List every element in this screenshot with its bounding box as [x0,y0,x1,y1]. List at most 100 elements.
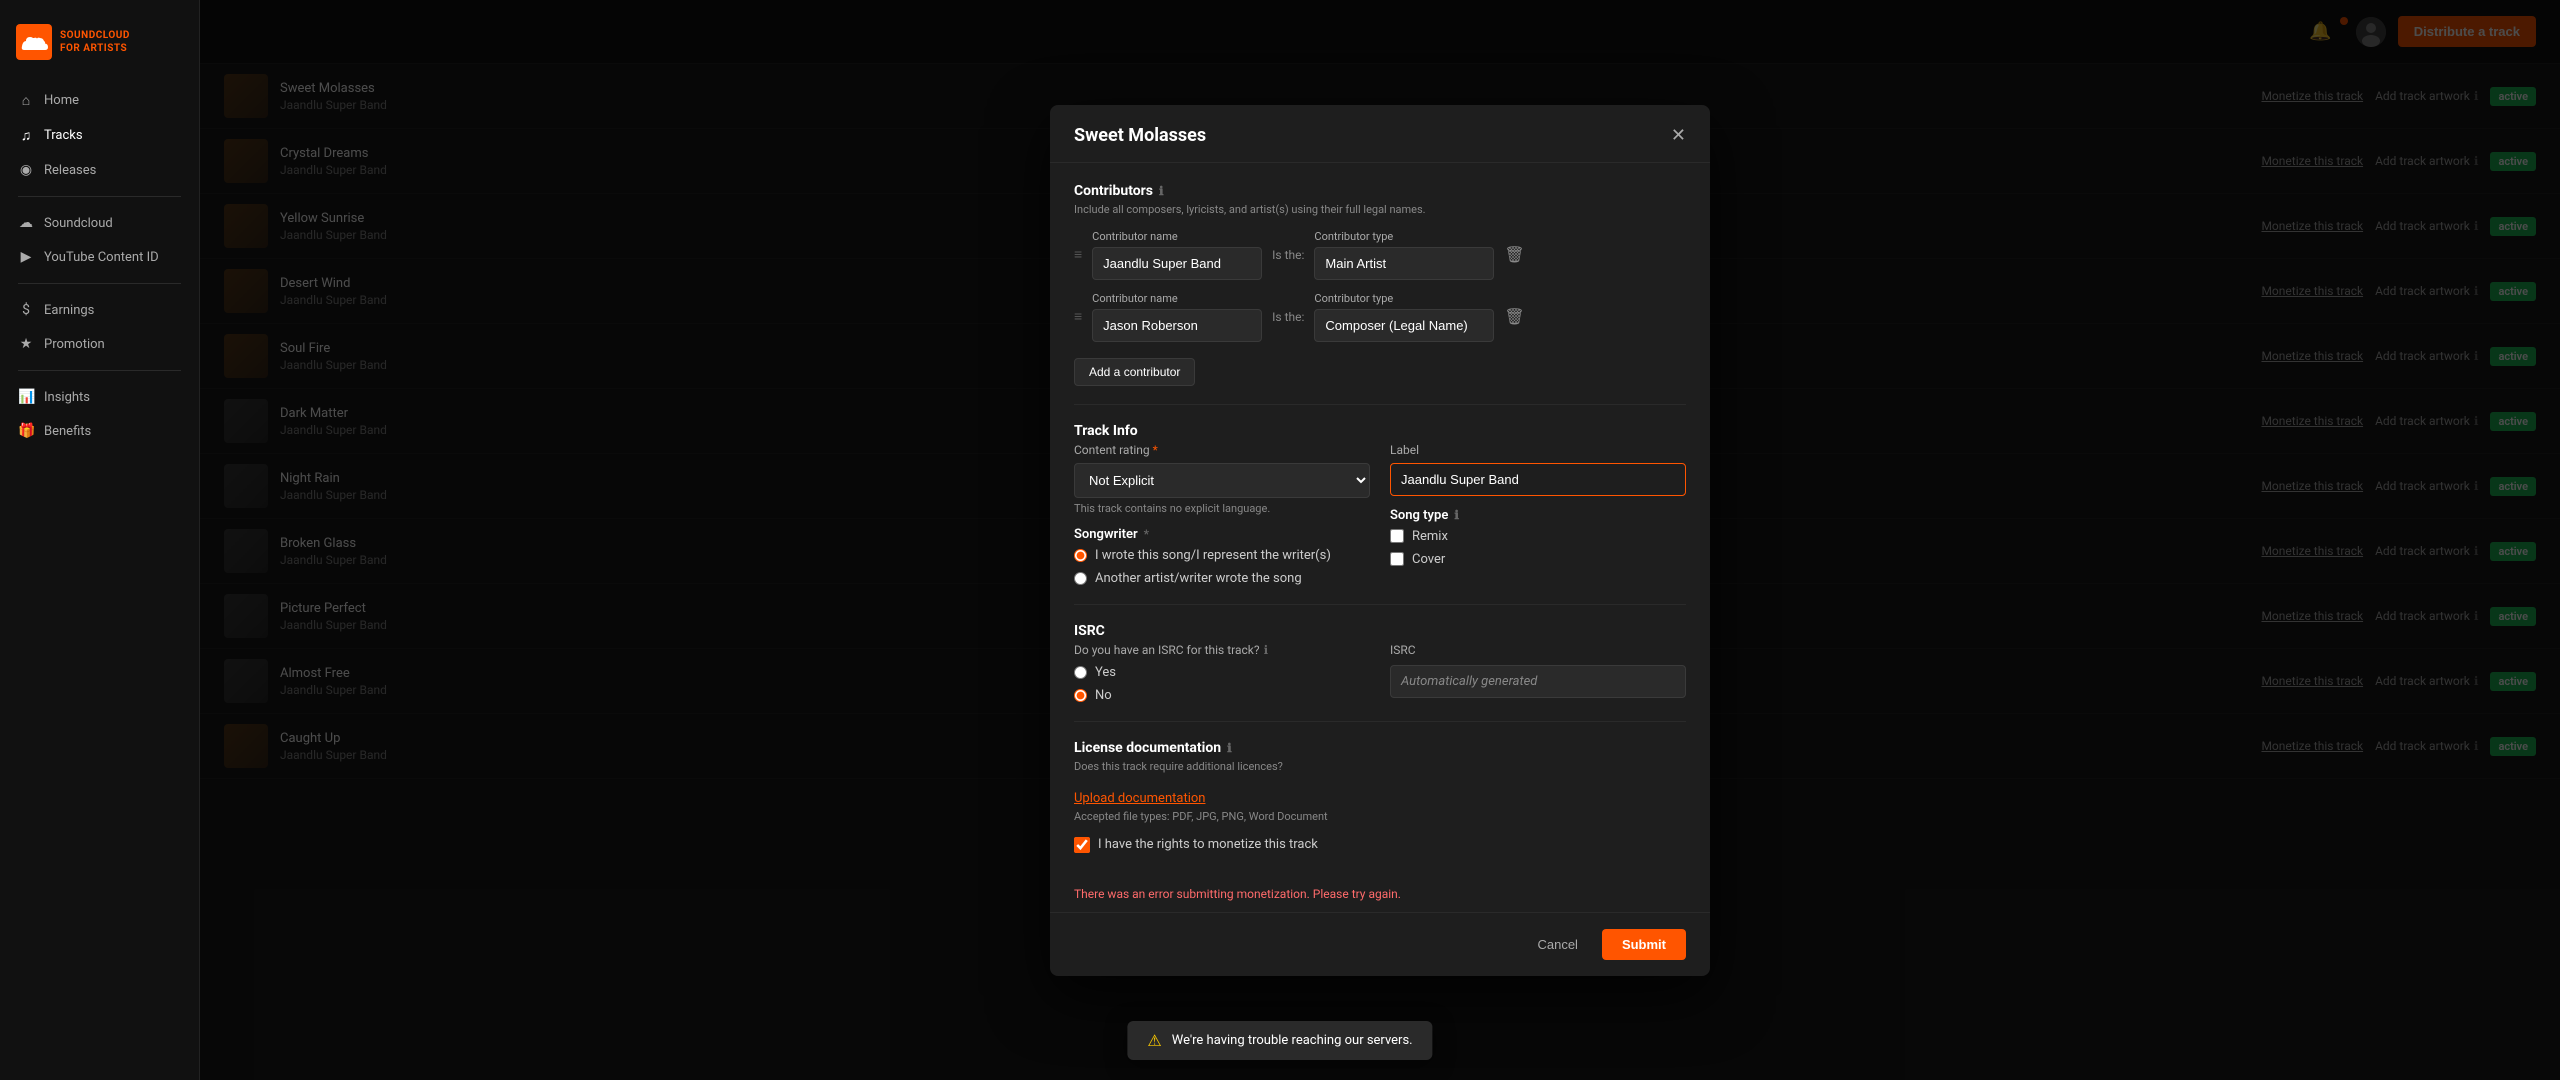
sidebar-item-promotion[interactable]: ★ Promotion [8,328,191,360]
sidebar-item-youtube[interactable]: ▶ YouTube Content ID [8,241,191,273]
isrc-yes-radio[interactable] [1074,666,1087,679]
songwriter-radio-1[interactable]: I wrote this song/I represent the writer… [1074,548,1370,563]
contributors-title: Contributors ℹ [1074,183,1686,199]
add-contributor-button[interactable]: Add a contributor [1074,358,1195,386]
sidebar-item-home[interactable]: ⌂ Home [8,84,191,117]
sidebar-item-promotion-label: Promotion [44,337,105,352]
upload-note: Accepted file types: PDF, JPG, PNG, Word… [1074,810,1686,823]
section-divider-1 [1074,404,1686,405]
drag-handle-1[interactable]: ≡ [1074,246,1082,263]
isrc-no-radio[interactable] [1074,689,1087,702]
isrc-value-display: Automatically generated [1390,665,1686,698]
error-banner: There was an error submitting monetizati… [1050,873,1710,912]
earnings-icon: $ [18,302,34,318]
cover-checkbox[interactable] [1390,552,1404,566]
contributors-info-icon[interactable]: ℹ [1159,184,1164,198]
contributor-name-label-1: Contributor name [1092,230,1262,243]
soundcloud-icon: ☁ [18,215,34,231]
isrc-question-col: Do you have an ISRC for this track? ℹ Ye… [1074,643,1370,703]
contributor-name-input-2[interactable] [1092,309,1262,342]
cancel-button[interactable]: Cancel [1523,929,1591,960]
isrc-info-icon[interactable]: ℹ [1264,643,1269,657]
contributor-row-2: ≡ Contributor name Is the: Contributor t… [1074,292,1686,342]
is-the-label-2: Is the: [1272,310,1304,324]
remix-checkbox[interactable] [1390,529,1404,543]
song-type-info-icon[interactable]: ℹ [1454,508,1459,522]
delete-contributor-1-button[interactable]: 🗑 [1504,245,1524,265]
sidebar-item-benefits[interactable]: 🎁 Benefits [8,415,191,447]
songwriter-radio-2-label: Another artist/writer wrote the song [1095,571,1302,586]
song-type-cover[interactable]: Cover [1390,552,1686,567]
isrc-question: Do you have an ISRC for this track? ℹ [1074,643,1370,657]
benefits-icon: 🎁 [18,423,34,439]
contributors-subtitle: Include all composers, lyricists, and ar… [1074,203,1686,216]
drag-handle-2[interactable]: ≡ [1074,308,1082,325]
isrc-cols: Do you have an ISRC for this track? ℹ Ye… [1074,643,1686,703]
sidebar: SoundCloud For Artists ⌂ Home ♫ Tracks ◉… [0,0,200,1080]
contributor-type-select-2[interactable]: Main Artist Featured Artist Composer (Le… [1314,309,1494,342]
songwriter-radio-input-1[interactable] [1074,549,1087,562]
sidebar-item-soundcloud[interactable]: ☁ Soundcloud [8,207,191,239]
modal-close-button[interactable]: ✕ [1671,125,1686,146]
license-title-text: License documentation [1074,740,1221,756]
isrc-value-col: ISRC Automatically generated [1390,643,1686,703]
sidebar-item-tracks-label: Tracks [44,128,83,143]
song-type-label: Song type ℹ [1390,508,1686,523]
track-info-section: Track Info Content rating Not Explicit E… [1074,423,1686,586]
songwriter-radio-input-2[interactable] [1074,572,1087,585]
license-info-icon[interactable]: ℹ [1227,741,1232,755]
isrc-title: ISRC [1074,623,1686,639]
contributors-section: Contributors ℹ Include all composers, ly… [1074,183,1686,386]
license-subtitle: Does this track require additional licen… [1074,760,1686,773]
song-type-checkbox-group: Remix Cover [1390,529,1686,567]
app-title: SoundCloud For Artists [60,29,130,55]
license-section: License documentation ℹ Does this track … [1074,740,1686,853]
songwriter-radio-1-label: I wrote this song/I represent the writer… [1095,548,1331,563]
songwriter-label: Songwriter * [1074,527,1370,542]
sidebar-item-releases-label: Releases [44,163,96,178]
isrc-section: ISRC Do you have an ISRC for this track?… [1074,623,1686,703]
sidebar-item-benefits-label: Benefits [44,424,91,439]
content-rating-select[interactable]: Not Explicit Explicit Edited [1074,463,1370,498]
section-divider-3 [1074,721,1686,722]
rights-label: I have the rights to monetize this track [1098,837,1318,852]
content-rating-label: Content rating [1074,443,1370,457]
sidebar-item-soundcloud-label: Soundcloud [44,216,113,231]
contributor-name-input-1[interactable] [1092,247,1262,280]
sidebar-item-earnings[interactable]: $ Earnings [8,294,191,326]
isrc-no-label: No [1095,688,1112,703]
delete-contributor-2-button[interactable]: 🗑 [1504,307,1524,327]
songwriter-label-text: Songwriter [1074,527,1138,542]
sidebar-divider-2 [18,283,181,284]
submit-button[interactable]: Submit [1602,929,1686,960]
isrc-radio-group: Yes No [1074,665,1370,703]
songwriter-group: Songwriter * I wrote this song/I represe… [1074,527,1370,586]
remix-label: Remix [1412,529,1448,544]
isrc-radio-yes[interactable]: Yes [1074,665,1370,680]
song-type-label-text: Song type [1390,508,1448,523]
toast-warning-icon: ⚠ [1147,1031,1161,1050]
isrc-radio-no[interactable]: No [1074,688,1370,703]
song-type-remix[interactable]: Remix [1390,529,1686,544]
songwriter-radio-2[interactable]: Another artist/writer wrote the song [1074,571,1370,586]
sidebar-item-tracks[interactable]: ♫ Tracks [8,119,191,152]
sidebar-item-insights[interactable]: 📊 Insights [8,381,191,413]
song-type-group: Song type ℹ Remix [1390,508,1686,567]
modal-dialog: Sweet Molasses ✕ Contributors ℹ Include … [1050,105,1710,976]
contributor-type-select-1[interactable]: Main Artist Featured Artist Composer (Le… [1314,247,1494,280]
youtube-icon: ▶ [18,249,34,265]
upload-documentation-link[interactable]: Upload documentation [1074,791,1205,806]
contributor-name-col-1: Contributor name [1092,230,1262,280]
content-rating-note: This track contains no explicit language… [1074,502,1370,515]
modal-body: Contributors ℹ Include all composers, ly… [1050,163,1710,873]
sidebar-navigation: ⌂ Home ♫ Tracks ◉ Releases ☁ Soundcloud … [0,84,199,447]
home-icon: ⌂ [18,92,34,109]
toast-notification: ⚠ We're having trouble reaching our serv… [1127,1021,1432,1060]
label-input[interactable] [1390,463,1686,496]
rights-checkbox[interactable] [1074,837,1090,853]
contributor-name-label-2: Contributor name [1092,292,1262,305]
sidebar-item-releases[interactable]: ◉ Releases [8,154,191,186]
tracks-icon: ♫ [18,127,34,144]
soundcloud-logo-icon [16,24,52,60]
songwriter-info-icon[interactable]: * [1144,527,1149,541]
